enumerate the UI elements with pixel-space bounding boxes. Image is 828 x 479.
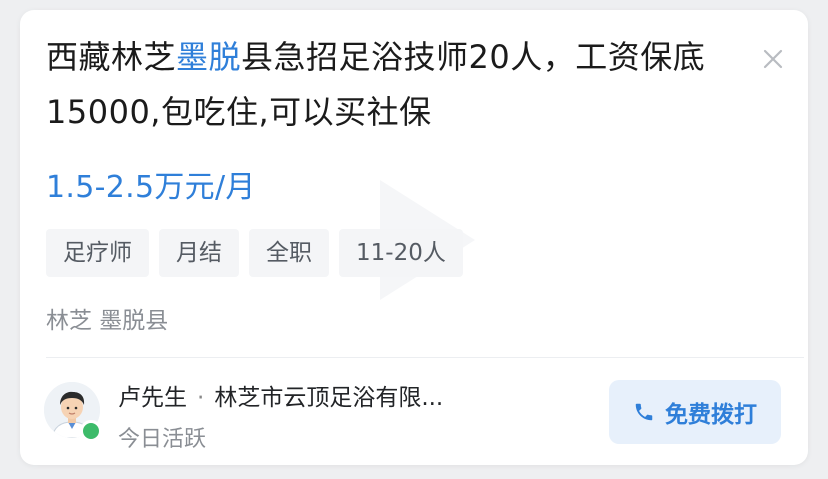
company-name: 林芝市云顶足浴有限... bbox=[214, 385, 444, 411]
contact-separator: · bbox=[197, 385, 205, 411]
divider bbox=[46, 357, 804, 358]
free-call-button[interactable]: 免费拨打 bbox=[609, 380, 781, 444]
close-icon bbox=[763, 49, 783, 69]
call-button-label: 免费拨打 bbox=[665, 402, 757, 428]
job-title[interactable]: 西藏林芝墨脱县急招足浴技师20人，工资保底15000,包吃住,可以买社保 bbox=[46, 30, 736, 140]
title-prefix: 西藏林芝 bbox=[46, 38, 177, 76]
contact-info[interactable]: 卢先生 · 林芝市云顶足浴有限... bbox=[118, 378, 443, 412]
contact-name: 卢先生 bbox=[118, 385, 187, 411]
tag-occupation: 足疗师 bbox=[46, 229, 149, 277]
tag-headcount: 11-20人 bbox=[339, 229, 463, 277]
close-button[interactable] bbox=[760, 46, 786, 72]
phone-icon bbox=[635, 403, 653, 421]
job-card[interactable]: 西藏林芝墨脱县急招足浴技师20人，工资保底15000,包吃住,可以买社保 1.5… bbox=[20, 10, 808, 465]
tag-settlement: 月结 bbox=[159, 229, 239, 277]
salary-range: 1.5-2.5万元/月 bbox=[46, 170, 256, 205]
title-highlight: 墨脱 bbox=[176, 38, 242, 76]
job-location: 林芝 墨脱县 bbox=[46, 308, 169, 334]
tag-job-type: 全职 bbox=[249, 229, 329, 277]
online-indicator bbox=[80, 420, 102, 442]
active-status: 今日活跃 bbox=[118, 427, 207, 452]
tag-list: 足疗师 月结 全职 11-20人 bbox=[46, 229, 463, 277]
